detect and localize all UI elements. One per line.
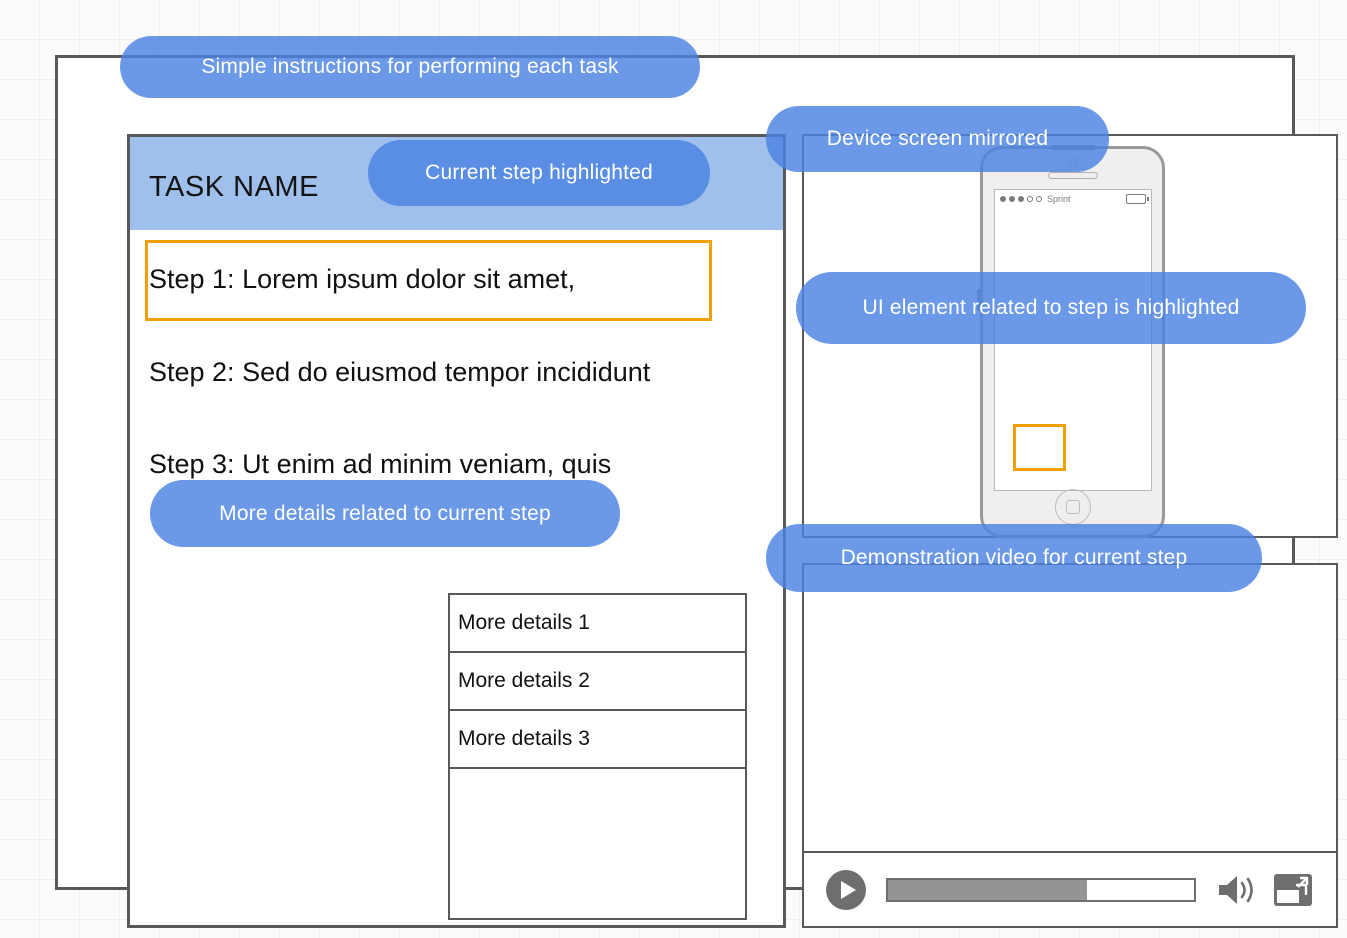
fullscreen-icon[interactable] — [1272, 871, 1314, 909]
step-item-1[interactable]: Step 1: Lorem ipsum dolor sit amet, — [149, 264, 575, 295]
play-icon[interactable] — [826, 869, 866, 910]
signal-dot-icon — [1009, 195, 1015, 202]
callout-device-mirror: Device screen mirrored — [766, 106, 1109, 172]
video-controls-bar — [804, 853, 1336, 926]
signal-dot-icon — [1000, 195, 1006, 202]
video-stage[interactable] — [804, 565, 1336, 853]
detail-row-label: More details 2 — [458, 669, 590, 692]
page-title: TASK NAME — [149, 171, 319, 203]
table-row[interactable]: More details 1 — [450, 595, 745, 653]
details-table: More details 1 More details 2 More detai… — [448, 593, 747, 920]
phone-status-bar: Sprint — [995, 190, 1151, 207]
detail-row-label: More details 3 — [458, 727, 590, 750]
volume-icon[interactable] — [1216, 873, 1258, 907]
details-table-empty-area — [450, 769, 745, 918]
callout-demo-video: Demonstration video for current step — [766, 524, 1262, 592]
signal-dot-icon — [1027, 195, 1033, 202]
step-item-2[interactable]: Step 2: Sed do eiusmod tempor incididunt — [149, 357, 650, 388]
signal-dot-icon — [1036, 195, 1042, 202]
carrier-label: Sprint — [1047, 193, 1071, 204]
speaker-grill-icon — [1047, 172, 1098, 179]
callout-simple-instructions: Simple instructions for performing each … — [120, 36, 700, 98]
step-item-3[interactable]: Step 3: Ut enim ad minim veniam, quis — [149, 449, 611, 480]
video-progress-bar[interactable] — [886, 877, 1196, 902]
callout-current-step: Current step highlighted — [368, 140, 710, 206]
home-button-icon[interactable] — [1054, 489, 1091, 525]
battery-icon — [1126, 193, 1149, 204]
signal-dot-icon — [1018, 195, 1024, 202]
demo-video-panel — [802, 563, 1338, 928]
table-row[interactable]: More details 2 — [450, 653, 745, 711]
video-progress-fill — [888, 879, 1087, 900]
table-row[interactable]: More details 3 — [450, 711, 745, 769]
callout-more-details: More details related to current step — [150, 480, 620, 547]
detail-row-label: More details 1 — [458, 611, 590, 634]
ui-element-highlight-box — [1013, 424, 1066, 471]
callout-ui-element-highlight: UI element related to step is highlighte… — [796, 272, 1306, 344]
